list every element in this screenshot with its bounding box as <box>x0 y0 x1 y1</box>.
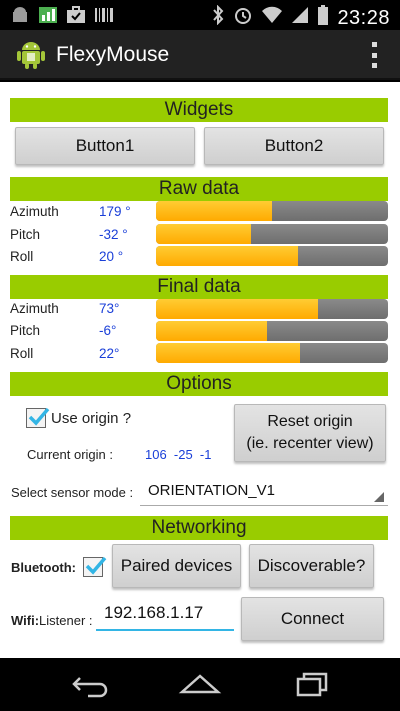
bluetooth-icon <box>211 4 225 31</box>
android-notif-icon <box>10 6 30 24</box>
final-pitch-bar <box>156 321 388 341</box>
final-roll-value: 22° <box>99 346 120 361</box>
dropdown-arrow-icon <box>374 492 384 502</box>
system-icons: 23:28 <box>211 4 390 31</box>
final-roll-bar-fill <box>156 343 300 363</box>
app-title: FlexyMouse <box>56 43 170 66</box>
final-azimuth-label: Azimuth <box>10 301 59 316</box>
wifi-label: Wifi: <box>11 613 40 628</box>
cell-signal-icon <box>291 6 309 30</box>
notification-icons <box>10 6 114 24</box>
use-origin-checkbox[interactable] <box>26 407 50 428</box>
main-content: Widgets Button1 Button2 Raw data Azimuth… <box>0 82 400 658</box>
use-origin-label: Use origin ? <box>51 410 132 427</box>
final-pitch-value: -6° <box>99 323 117 338</box>
discoverable-button[interactable]: Discoverable? <box>249 544 374 588</box>
options-header: Options <box>10 372 388 396</box>
clock-time: 23:28 <box>337 6 390 29</box>
raw-data-header: Raw data <box>10 177 388 201</box>
current-origin-label: Current origin : <box>27 447 113 462</box>
raw-roll-bar <box>156 246 388 266</box>
wifi-listener-label: Wifi:Listener : <box>11 613 93 628</box>
raw-pitch-label: Pitch <box>10 227 41 242</box>
final-roll-bar <box>156 343 388 363</box>
button1[interactable]: Button1 <box>15 127 195 165</box>
bluetooth-checkbox[interactable] <box>83 556 107 577</box>
final-azimuth-value: 73° <box>99 301 120 316</box>
status-bar: 23:28 <box>0 0 400 30</box>
overflow-menu-icon[interactable] <box>370 42 378 68</box>
final-azimuth-bar <box>156 299 388 319</box>
listener-label: Listener : <box>39 613 93 628</box>
ip-address-input[interactable]: 192.168.1.17 <box>96 599 234 631</box>
signal-bars-notif-icon <box>38 6 58 24</box>
barcode-notif-icon <box>94 6 114 24</box>
reset-origin-button[interactable]: Reset origin (ie. recenter view) <box>234 404 386 462</box>
sensor-mode-spinner[interactable]: ORIENTATION_V1 <box>140 480 388 506</box>
raw-roll-value: 20 ° <box>99 249 124 264</box>
action-bar: FlexyMouse <box>0 30 400 80</box>
briefcase-notif-icon <box>66 6 86 24</box>
sensor-mode-label: Select sensor mode : <box>11 485 134 500</box>
final-data-header: Final data <box>10 275 388 299</box>
raw-pitch-bar-fill <box>156 224 252 244</box>
final-pitch-label: Pitch <box>10 323 41 338</box>
raw-roll-bar-fill <box>156 246 298 266</box>
raw-azimuth-bar-fill <box>156 201 272 221</box>
android-app-icon[interactable] <box>15 39 47 71</box>
paired-devices-button[interactable]: Paired devices <box>112 544 241 588</box>
button2[interactable]: Button2 <box>204 127 384 165</box>
checkmark-icon <box>28 407 50 426</box>
widgets-header: Widgets <box>10 98 388 122</box>
raw-pitch-bar <box>156 224 388 244</box>
networking-header: Networking <box>10 516 388 540</box>
final-pitch-bar-fill <box>156 321 268 341</box>
checkmark-icon <box>85 556 107 575</box>
navigation-bar <box>0 658 400 711</box>
raw-azimuth-label: Azimuth <box>10 204 59 219</box>
raw-azimuth-value: 179 ° <box>99 204 131 219</box>
raw-pitch-value: -32 ° <box>99 227 128 242</box>
final-roll-label: Roll <box>10 346 34 361</box>
alarm-icon <box>233 5 253 31</box>
raw-roll-label: Roll <box>10 249 34 264</box>
back-icon[interactable] <box>66 670 110 698</box>
battery-icon <box>317 5 329 31</box>
current-origin-values: 106 -25 -1 <box>145 447 212 462</box>
wifi-icon <box>261 6 283 30</box>
home-icon[interactable] <box>178 670 222 698</box>
sensor-mode-value: ORIENTATION_V1 <box>148 482 275 499</box>
final-azimuth-bar-fill <box>156 299 319 319</box>
recents-icon[interactable] <box>290 670 334 698</box>
raw-azimuth-bar <box>156 201 388 221</box>
bluetooth-label: Bluetooth: <box>11 560 76 575</box>
connect-button[interactable]: Connect <box>241 597 384 641</box>
